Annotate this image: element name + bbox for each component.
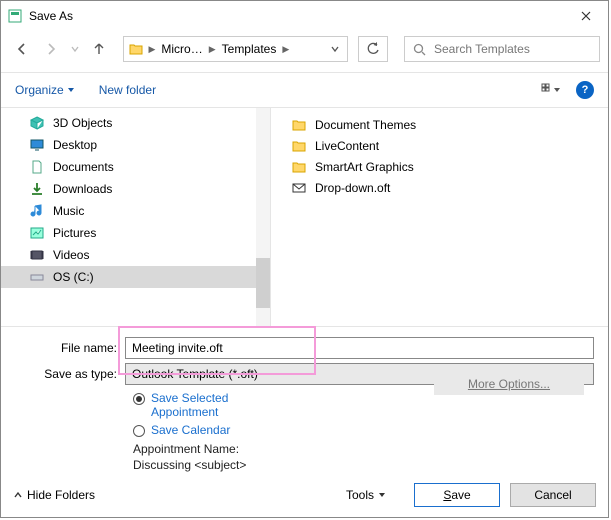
view-mode-button[interactable] — [536, 79, 566, 101]
organize-menu[interactable]: Organize — [15, 83, 75, 97]
dialog-title: Save As — [29, 9, 73, 23]
file-item-label: SmartArt Graphics — [315, 160, 414, 174]
radio-save-calendar-label: Save Calendar — [151, 423, 230, 437]
picture-icon — [29, 225, 45, 241]
tree-item-label: 3D Objects — [53, 116, 112, 130]
tree-item[interactable]: Videos — [1, 244, 270, 266]
up-button[interactable] — [86, 36, 112, 62]
tree-item[interactable]: OS (C:) — [1, 266, 270, 288]
tree-item-label: Desktop — [53, 138, 97, 152]
file-item-label: Drop-down.oft — [315, 181, 390, 195]
search-box[interactable] — [404, 36, 600, 62]
cancel-button[interactable]: Cancel — [510, 483, 596, 507]
tree-item-label: Documents — [53, 160, 114, 174]
chevron-right-icon: ▶ — [146, 44, 157, 55]
save-label: Save — [443, 488, 470, 502]
nav-row: ▶ Micro… ▶ Templates ▶ — [1, 30, 608, 68]
download-icon — [29, 181, 45, 197]
tree-scrollbar-thumb[interactable] — [256, 258, 270, 308]
organize-label: Organize — [15, 83, 64, 97]
tools-label: Tools — [346, 488, 374, 502]
app-icon — [7, 8, 23, 24]
title-bar: Save As — [1, 1, 608, 30]
video-icon — [29, 247, 45, 263]
tools-menu[interactable]: Tools — [346, 488, 386, 502]
drive-icon — [29, 269, 45, 285]
radio-save-calendar[interactable]: Save Calendar — [133, 423, 594, 437]
main-area: 3D Objects Desktop Documents Downloads Music… — [1, 107, 608, 327]
footer: Hide Folders Tools Save Cancel — [1, 473, 608, 517]
new-folder-label: New folder — [99, 83, 156, 97]
appointment-name-value: Discussing <subject> — [133, 458, 246, 472]
folder-icon — [126, 43, 146, 55]
address-bar[interactable]: ▶ Micro… ▶ Templates ▶ — [123, 36, 348, 62]
savetype-label: Save as type: — [15, 367, 125, 381]
breadcrumb-current[interactable]: Templates — [218, 42, 281, 56]
breadcrumb-root[interactable]: Micro… — [157, 42, 206, 56]
recent-dropdown[interactable] — [68, 36, 82, 62]
form-area: File name: Save as type: Save Selected A… — [1, 327, 608, 473]
chevron-right-icon: ▶ — [207, 44, 218, 55]
tree-item-label: Pictures — [53, 226, 96, 240]
tree-item-label: Downloads — [53, 182, 112, 196]
tree-item[interactable]: Pictures — [1, 222, 270, 244]
appointment-name-label: Appointment Name: — [133, 442, 239, 456]
address-dropdown-icon[interactable] — [325, 45, 345, 53]
file-item-label: LiveContent — [315, 139, 379, 153]
tree-item[interactable]: Music — [1, 200, 270, 222]
radio-save-selected-label: Save Selected Appointment — [151, 391, 251, 419]
close-button[interactable] — [563, 1, 608, 30]
folder-tree: 3D Objects Desktop Documents Downloads Music… — [1, 108, 271, 326]
cube-icon — [29, 115, 45, 131]
tree-item-label: Videos — [53, 248, 89, 262]
more-options-button[interactable]: More Options... — [434, 373, 584, 395]
radio-icon — [133, 393, 145, 405]
refresh-button[interactable] — [358, 36, 388, 62]
file-list: Document Themes LiveContent SmartArt Graph… — [271, 108, 608, 326]
tree-item[interactable]: Downloads — [1, 178, 270, 200]
tree-item-label: Music — [53, 204, 84, 218]
music-icon — [29, 203, 45, 219]
desktop-icon — [29, 137, 45, 153]
chevron-right-icon: ▶ — [280, 44, 291, 55]
filename-label: File name: — [15, 341, 125, 355]
cancel-label: Cancel — [534, 488, 571, 502]
mail-icon — [291, 180, 307, 196]
hide-folders-button[interactable]: Hide Folders — [13, 488, 95, 502]
file-item[interactable]: SmartArt Graphics — [271, 156, 608, 177]
tree-item[interactable]: 3D Objects — [1, 112, 270, 134]
chevron-up-icon — [13, 490, 23, 500]
tree-item-label: OS (C:) — [53, 270, 94, 284]
tree-item[interactable]: Desktop — [1, 134, 270, 156]
more-options-label: More Options... — [468, 377, 550, 391]
help-button[interactable]: ? — [576, 81, 594, 99]
folder-icon — [291, 159, 307, 175]
new-folder-button[interactable]: New folder — [99, 83, 156, 97]
file-item-label: Document Themes — [315, 118, 416, 132]
file-item[interactable]: LiveContent — [271, 135, 608, 156]
file-item[interactable]: Drop-down.oft — [271, 177, 608, 198]
folder-icon — [291, 117, 307, 133]
back-button[interactable] — [9, 36, 35, 62]
filename-input[interactable] — [125, 337, 594, 359]
search-input[interactable] — [432, 41, 591, 57]
radio-icon — [133, 425, 145, 437]
toolbar: Organize New folder ? — [1, 73, 608, 107]
tree-item[interactable]: Documents — [1, 156, 270, 178]
folder-icon — [291, 138, 307, 154]
hide-folders-label: Hide Folders — [27, 488, 95, 502]
forward-button[interactable] — [39, 36, 65, 62]
search-icon — [413, 43, 426, 56]
doc-icon — [29, 159, 45, 175]
file-item[interactable]: Document Themes — [271, 114, 608, 135]
save-button[interactable]: Save — [414, 483, 500, 507]
chevron-down-icon — [378, 491, 386, 499]
